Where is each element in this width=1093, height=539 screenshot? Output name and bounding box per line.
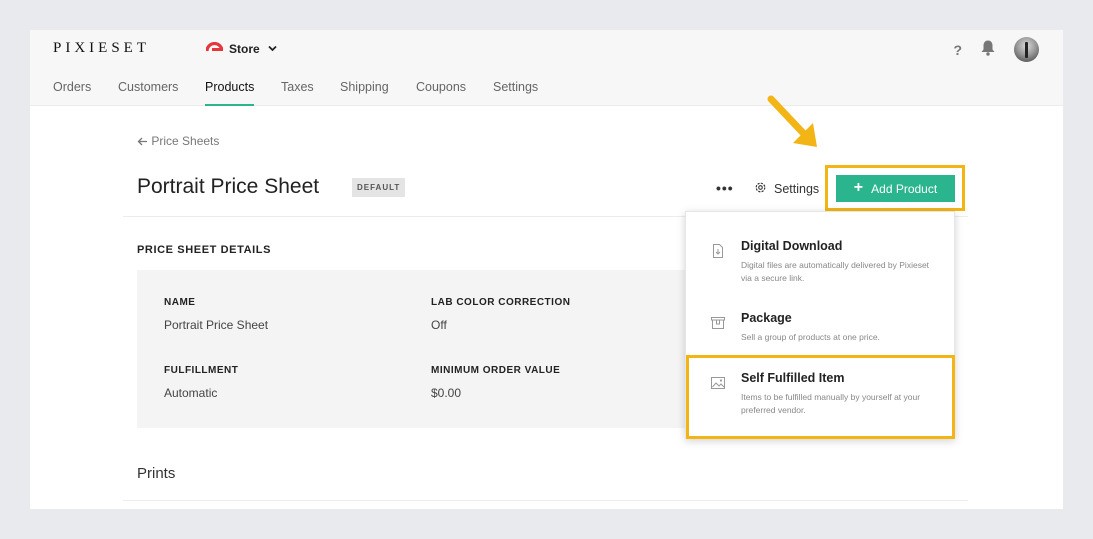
divider <box>123 500 968 501</box>
field-label-name: NAME <box>164 297 196 308</box>
field-value-name: Portrait Price Sheet <box>164 318 269 332</box>
package-box-icon <box>710 315 726 331</box>
plus-icon: + <box>853 179 864 196</box>
nav-products[interactable]: Products <box>205 80 255 106</box>
field-value-min-order: $0.00 <box>431 386 462 400</box>
store-label: Store <box>229 42 260 56</box>
nav-taxes[interactable]: Taxes <box>281 80 314 106</box>
page-title: Portrait Price Sheet <box>137 175 320 198</box>
store-logo-icon <box>206 42 223 56</box>
top-icons: ? <box>953 37 1039 62</box>
app-frame: PIXIESET Store ? Orders Customers Produc… <box>30 30 1063 509</box>
arrow-left-icon <box>137 134 151 148</box>
field-value-lab-color: Off <box>431 318 447 332</box>
section-title: PRICE SHEET DETAILS <box>137 244 272 256</box>
add-product-label: Add Product <box>871 181 938 196</box>
top-bar: PIXIESET Store ? <box>30 30 1063 70</box>
field-label-fulfillment: FULFILLMENT <box>164 365 239 376</box>
chevron-down-icon <box>268 44 277 54</box>
back-link-label: Price Sheets <box>151 134 220 148</box>
annotation-arrow-icon <box>767 95 817 147</box>
nav-orders[interactable]: Orders <box>53 80 91 106</box>
menu-item-title: Digital Download <box>741 239 843 253</box>
gear-icon <box>754 181 767 197</box>
menu-item-title: Package <box>741 311 792 325</box>
avatar[interactable] <box>1014 37 1039 62</box>
more-options-button[interactable]: ••• <box>716 180 734 196</box>
add-product-button[interactable]: + Add Product <box>836 175 955 202</box>
field-label-min-order: MINIMUM ORDER VALUE <box>431 365 561 376</box>
nav-customers[interactable]: Customers <box>118 80 178 106</box>
settings-button[interactable]: Settings <box>754 181 819 197</box>
nav-shipping[interactable]: Shipping <box>340 80 389 106</box>
nav-coupons[interactable]: Coupons <box>416 80 466 106</box>
default-badge: DEFAULT <box>352 178 406 197</box>
help-icon[interactable]: ? <box>953 42 962 58</box>
store-switcher[interactable]: Store <box>206 39 277 59</box>
menu-item-digital-download[interactable]: Digital Download Digital files are autom… <box>686 239 956 299</box>
nav-settings[interactable]: Settings <box>493 80 538 106</box>
back-link[interactable]: Price Sheets <box>137 134 219 148</box>
bell-icon[interactable] <box>980 39 996 61</box>
menu-item-description: Digital files are automatically delivere… <box>741 260 930 283</box>
settings-label: Settings <box>774 182 820 196</box>
file-download-icon <box>710 243 726 259</box>
price-sheet-details: NAME Portrait Price Sheet LAB COLOR CORR… <box>137 270 737 428</box>
self-fulfilled-highlight <box>686 355 955 439</box>
menu-item-package[interactable]: Package Sell a group of products at one … <box>686 311 956 356</box>
menu-item-description: Sell a group of products at one price. <box>741 332 880 342</box>
main-nav: Orders Customers Products Taxes Shipping… <box>30 70 1063 106</box>
field-label-lab-color: LAB COLOR CORRECTION <box>431 297 571 308</box>
field-value-fulfillment: Automatic <box>164 386 218 400</box>
pixieset-logo[interactable]: PIXIESET <box>53 40 150 57</box>
prints-section-title: Prints <box>137 465 176 482</box>
